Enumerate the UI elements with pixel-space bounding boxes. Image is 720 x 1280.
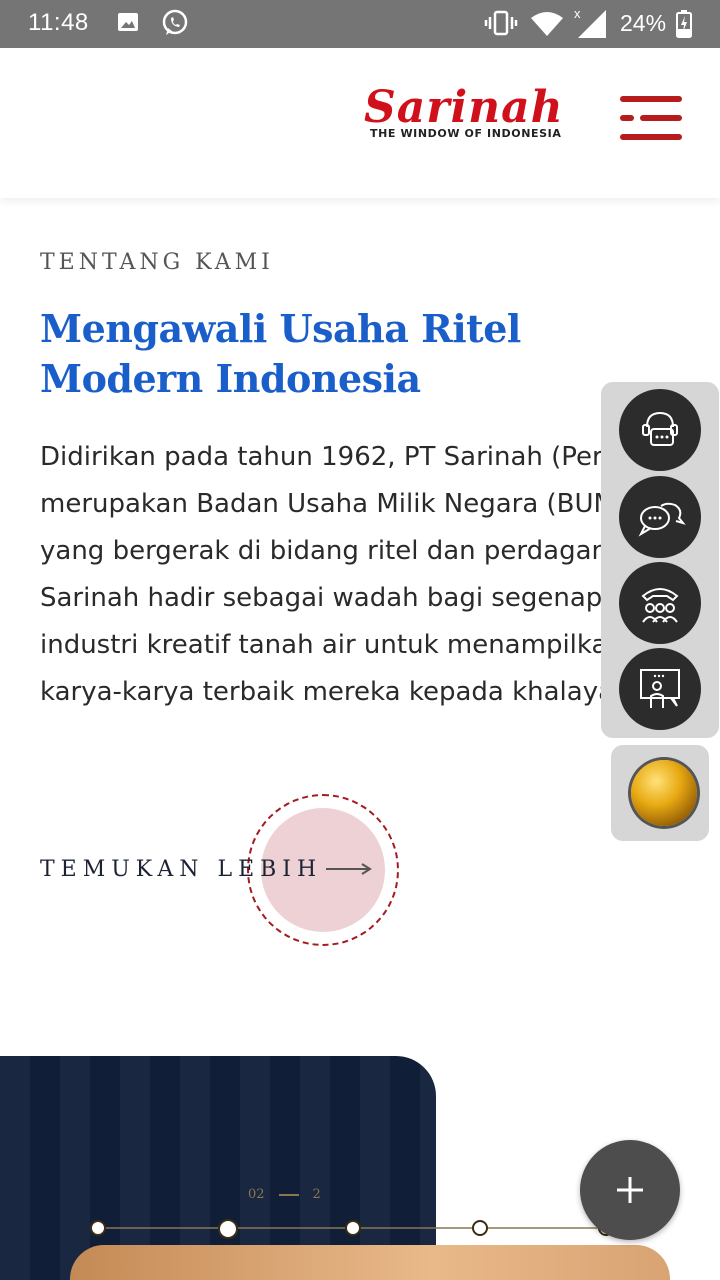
status-bar: 11:48 x 24% xyxy=(0,0,720,48)
slide-counter-divider xyxy=(278,1193,299,1196)
chat-icon xyxy=(638,502,686,537)
presentation-button[interactable] xyxy=(619,648,701,730)
menu-icon-bar xyxy=(620,134,682,140)
featured-photo xyxy=(70,1245,670,1280)
image-icon xyxy=(118,13,138,31)
menu-button[interactable] xyxy=(620,96,682,140)
logo-wordmark: Sarinah xyxy=(364,82,564,133)
call-group-button[interactable] xyxy=(619,562,701,644)
wifi-icon xyxy=(531,12,563,36)
timeline-dot[interactable] xyxy=(345,1220,361,1236)
sarinah-logo[interactable]: Sarinah THE WINDOW OF INDONESIA xyxy=(360,82,590,146)
whatsapp-icon xyxy=(162,9,188,35)
find-more-label: TEMUKAN LEBIH xyxy=(40,856,323,882)
call-group-icon xyxy=(641,588,679,623)
signal-icon: x xyxy=(574,6,606,38)
slide-total: 2 xyxy=(312,1187,321,1202)
timeline-dot[interactable] xyxy=(472,1220,488,1236)
site-header: Sarinah THE WINDOW OF INDONESIA xyxy=(0,48,720,198)
section-eyebrow: TENTANG KAMI xyxy=(40,250,274,275)
menu-icon-bar xyxy=(620,115,634,121)
timeline-dot[interactable] xyxy=(218,1219,238,1239)
presentation-icon xyxy=(640,669,680,708)
vibrate-icon xyxy=(484,10,518,36)
timeline-dot[interactable] xyxy=(90,1220,106,1236)
about-headline: Mengawali Usaha Ritel Modern Indonesia xyxy=(40,306,521,401)
globe-button[interactable] xyxy=(611,745,709,841)
globe-icon xyxy=(631,760,697,826)
svg-text:x: x xyxy=(574,6,581,21)
slide-current: 02 xyxy=(248,1187,265,1202)
plus-icon xyxy=(617,1177,643,1203)
find-more-link[interactable]: TEMUKAN LEBIH xyxy=(40,852,373,886)
logo-tagline: THE WINDOW OF INDONESIA xyxy=(370,127,562,140)
add-fab-button[interactable] xyxy=(580,1140,680,1240)
slide-counter: 02 2 xyxy=(248,1187,321,1202)
menu-icon xyxy=(620,96,682,102)
customer-service-button[interactable] xyxy=(619,389,701,471)
menu-icon-bar xyxy=(640,115,682,121)
chat-button[interactable] xyxy=(619,476,701,558)
status-time: 11:48 xyxy=(28,9,89,36)
customer-service-icon xyxy=(642,411,678,446)
battery-icon xyxy=(676,10,692,38)
arrow-right-icon xyxy=(326,863,373,875)
battery-percent: 24% xyxy=(620,10,667,36)
